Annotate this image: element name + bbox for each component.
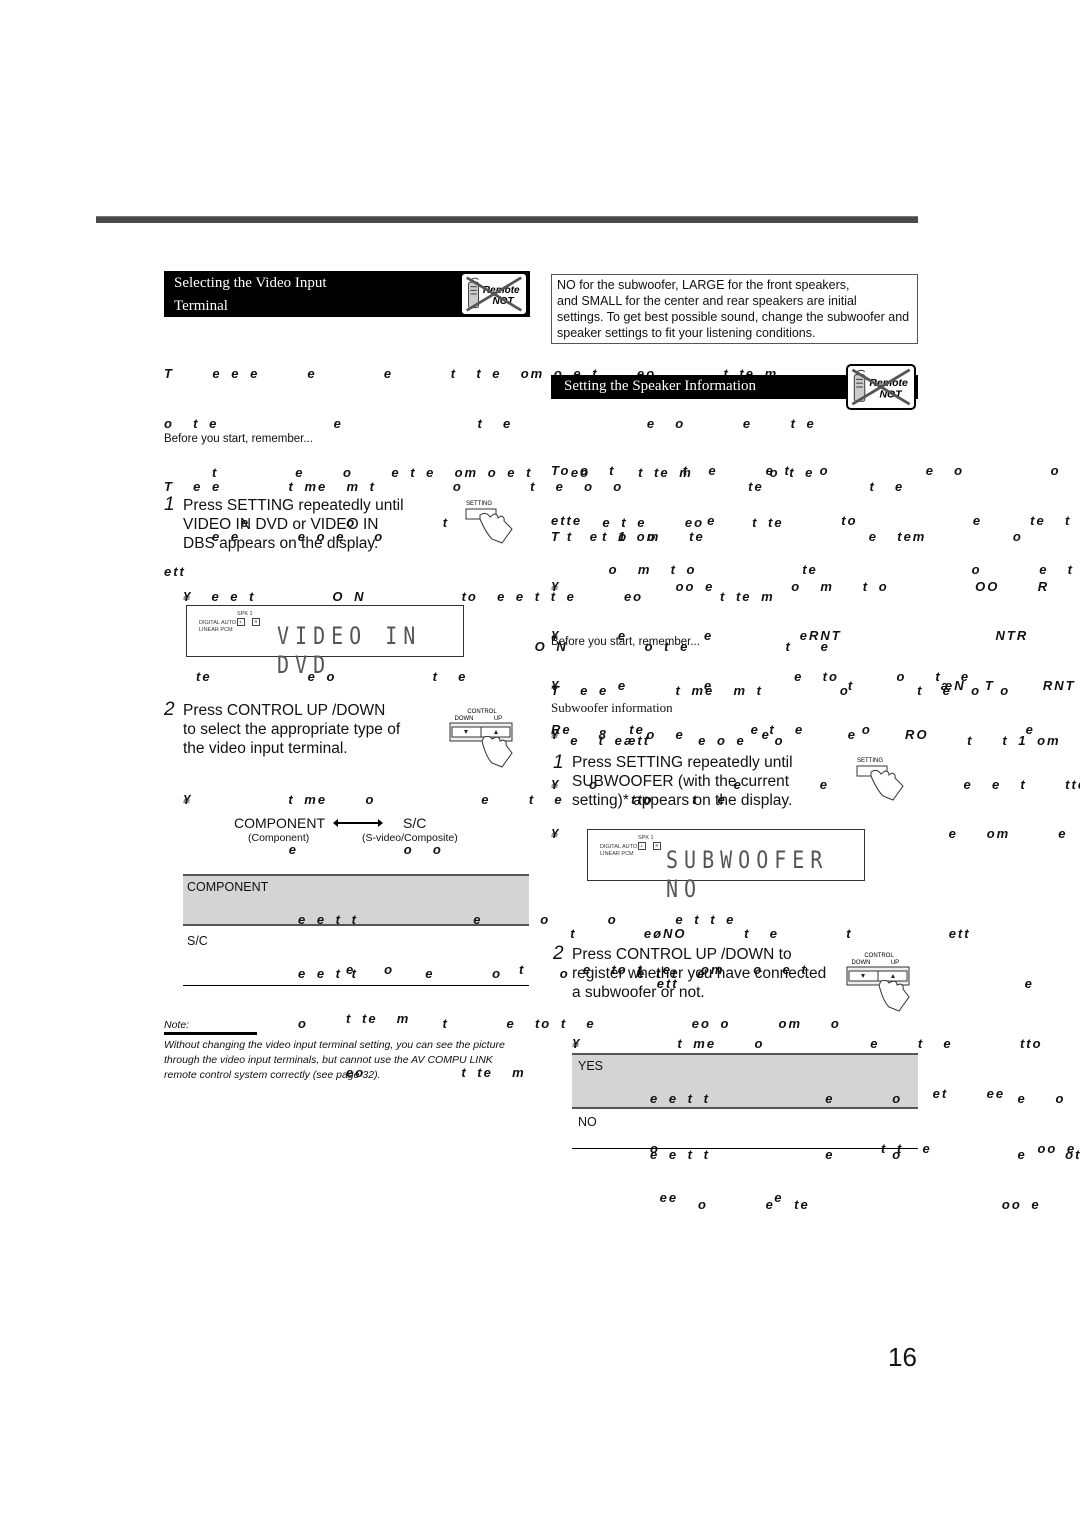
subwoofer-heading: Subwoofer information: [551, 700, 673, 715]
intro-line: To o t t e e t o e o o e e t om o mo: [551, 463, 1080, 478]
note-underline: [164, 1032, 257, 1035]
svg-text:CONTROL: CONTROL: [864, 953, 894, 959]
table-desc: e e t t e o e ot o e te o o e te oo e: [650, 1114, 1080, 1246]
display-linear-pcm: LINEAR PCM: [600, 851, 634, 857]
left-before-start-label: Before you start, remember...: [164, 433, 313, 445]
infobox-line: and SMALL for the center and rear speake…: [557, 294, 857, 308]
initial-settings-infobox: NO for the subwoofer, LARGE for the fron…: [551, 274, 918, 344]
bullet-line: ¥ t me o e t e tto t e oo: [572, 1036, 1043, 1051]
receiver-display-subwoofer: SPK 1 DIGITAL AUTO L R LINEAR PCM SUBWOO…: [587, 829, 865, 903]
step-line: DBS appears on the display.: [183, 535, 379, 552]
step-line: a subwoofer or not.: [572, 984, 705, 1001]
step2-instructions: Press CONTROL UP /DOWN to register wheth…: [572, 945, 826, 1002]
toggle-option-sc: S/C: [403, 815, 427, 831]
display-spk-label: SPK 1: [638, 835, 654, 841]
list-title: T e o o e tem o et: [551, 529, 1023, 544]
table-key: NO: [578, 1115, 597, 1129]
remote-not-badge: Remote NOT: [846, 364, 916, 410]
step-line: SUBWOOFER (with the current: [572, 773, 790, 790]
display-spk-label: SPK 1: [237, 611, 253, 617]
display-linear-pcm: LINEAR PCM: [199, 627, 233, 633]
note-label: Note:: [164, 1019, 190, 1031]
receiver-display-video-in: SPK 1 DIGITAL AUTO L R LINEAR PCM VIDEO …: [186, 605, 464, 679]
step2-instructions: Press CONTROL UP /DOWN to select the app…: [183, 701, 400, 758]
step-line: Press CONTROL UP /DOWN to: [572, 946, 792, 963]
subwoofer-intro: Re te e t e o e o e te oo e o ot: [551, 722, 1035, 737]
right-before-start-label: Before you start, remember...: [551, 636, 700, 648]
svg-text:UP: UP: [494, 716, 502, 722]
section-title-line1: Selecting the Video Input: [174, 275, 327, 291]
section-title-line2: Terminal: [174, 298, 228, 314]
step-line: the video input terminal.: [183, 740, 348, 757]
display-r-indicator: R: [653, 842, 661, 850]
table-row: S/C e e t t e o o e t t e o t e to t e e…: [183, 926, 839, 1080]
step-number: 1: [164, 494, 175, 515]
step-line: Press CONTROL UP /DOWN: [183, 702, 386, 719]
page-number: 16: [888, 1342, 917, 1372]
svg-text:CONTROL: CONTROL: [467, 709, 497, 715]
infobox-line: speaker settings to fit your listening c…: [557, 326, 816, 340]
svg-text:DOWN: DOWN: [852, 960, 871, 966]
step-line: register whether you have connected: [572, 965, 827, 982]
step-line: Press SETTING repeatedly until: [572, 754, 793, 771]
table-key: COMPONENT: [187, 880, 269, 894]
after-display-line: t eøNO t e t ett o e e e t: [570, 926, 971, 941]
svg-text:UP: UP: [891, 960, 899, 966]
step-number: 2: [164, 699, 175, 720]
step1-instructions: Press SETTING repeatedly until VIDEO IN …: [183, 496, 404, 553]
toggle-sub-sc: (S-video/Composite): [362, 832, 458, 844]
svg-text:DOWN: DOWN: [455, 716, 474, 722]
top-rule: [96, 216, 918, 223]
toggle-arrow-icon: [333, 819, 383, 827]
table-bottom-rule: [572, 1148, 918, 1149]
section-header-video-input: Selecting the Video Input Terminal Remot…: [164, 271, 530, 317]
step-line: setting)* appears on the display.: [572, 792, 793, 809]
remote-not-icon: Remote NOT: [466, 276, 522, 312]
step-line: to select the appropriate type of: [183, 721, 401, 738]
section-header-speaker-info: Setting the Speaker Information Remote N…: [551, 364, 918, 410]
step-number: 2: [553, 943, 564, 964]
remote-not-badge: Remote NOT: [460, 272, 528, 316]
section-title: Setting the Speaker Information: [564, 378, 757, 394]
display-l-indicator: L: [638, 842, 646, 850]
step1-instructions: Press SETTING repeatedly until SUBWOOFER…: [572, 753, 793, 810]
table-key: YES: [578, 1059, 604, 1073]
display-digital-auto: DIGITAL AUTO: [600, 844, 638, 850]
before-start-line: T e e t me m t o t e o o te t e ett: [551, 683, 1011, 698]
table-key: S/C: [187, 934, 208, 948]
table-row: COMPONENT e e t t e o o e t t e e o t e …: [183, 876, 806, 1026]
table-desc-line: e e t t e o e o e te oo: [650, 1091, 1066, 1106]
table-row: NO e e t t e o e ot o e te o o e te oo e: [572, 1109, 1079, 1212]
control-button-icon: CONTROL DOWN UP: [448, 707, 518, 771]
table-bottom-rule: [183, 985, 529, 986]
display-r-indicator: R: [252, 618, 260, 626]
svg-text:SETTING: SETTING: [857, 758, 883, 764]
step-line: Press SETTING repeatedly until: [183, 497, 404, 514]
display-l-indicator: L: [237, 618, 245, 626]
control-button-icon: CONTROL DOWN UP: [845, 951, 915, 1015]
table-desc-line: e e t t e o e ot o e te o: [650, 1147, 1080, 1162]
step-line: VIDEO IN DVD or VIDEO IN: [183, 516, 379, 533]
toggle-option-component: COMPONENT: [234, 815, 325, 831]
table-row: YES e e t t e o e o e te oo o t t e oo e…: [572, 1055, 1074, 1205]
infobox-line: NO for the subwoofer, LARGE for the fron…: [557, 278, 850, 292]
setting-button-icon: SETTING: [462, 497, 522, 545]
display-digital-auto: DIGITAL AUTO: [199, 620, 237, 626]
note-text: Without changing the video input termina…: [164, 1039, 505, 1081]
toggle-sub-component: (Component): [248, 832, 310, 844]
infobox-line: settings. To get best possible sound, ch…: [557, 310, 910, 324]
step-number: 1: [553, 752, 564, 773]
list-item: ¥ oo e o m t o OO R: [551, 578, 1050, 594]
setting-button-icon: SETTING: [853, 754, 913, 802]
svg-text:SETTING: SETTING: [466, 501, 492, 507]
remote-not-icon: Remote NOT: [851, 368, 911, 406]
table-desc-line: o e te oo e: [650, 1196, 1041, 1212]
